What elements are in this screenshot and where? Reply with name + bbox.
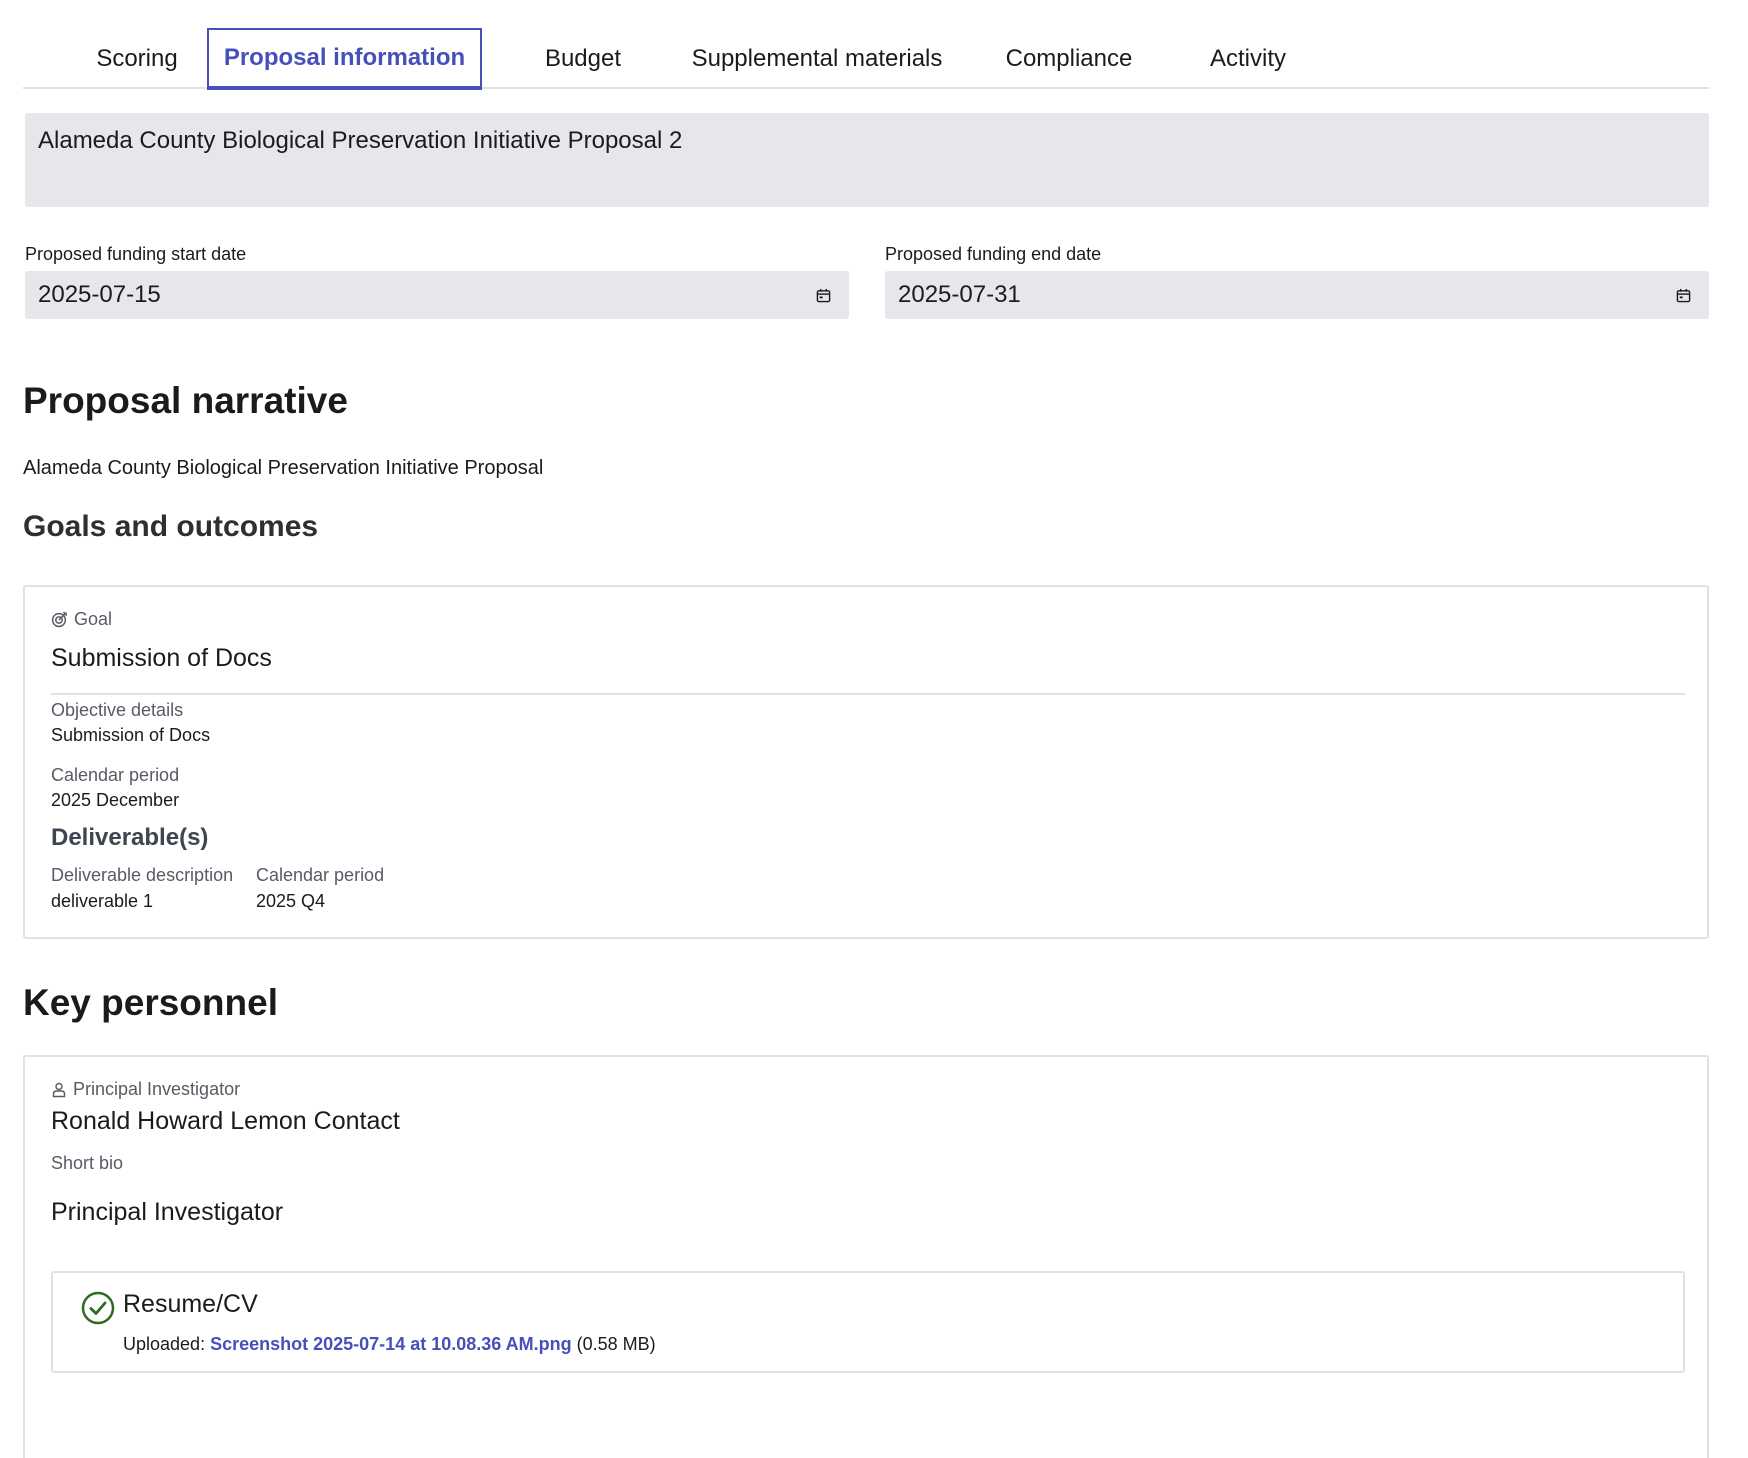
uploaded-file-link[interactable]: Screenshot 2025-07-14 at 10.08.36 AM.png [210, 1334, 572, 1354]
calendar-icon[interactable] [1676, 288, 1691, 303]
calendar-icon[interactable] [816, 288, 831, 303]
objective-details-value: Submission of Docs [51, 725, 211, 745]
personnel-role-label: Principal Investigator [73, 1079, 241, 1099]
personnel-name: Ronald Howard Lemon Contact [51, 1107, 400, 1135]
end-date-label: Proposed funding end date [885, 244, 1102, 264]
file-size: (0.58 MB) [576, 1334, 656, 1354]
short-bio-value: Principal Investigator [51, 1198, 284, 1226]
divider [51, 693, 1685, 695]
calendar-period-label: Calendar period [51, 765, 180, 785]
end-date-value: 2025-07-31 [898, 281, 1021, 308]
personnel-role: Principal Investigator [51, 1079, 240, 1100]
goal-title: Submission of Docs [51, 644, 272, 672]
check-circle-icon [81, 1291, 115, 1325]
tab-budget[interactable]: Budget [523, 28, 643, 89]
deliverable-description-value: deliverable 1 [51, 891, 154, 911]
target-icon [51, 611, 68, 628]
tab-supplemental-materials[interactable]: Supplemental materials [687, 28, 947, 89]
start-date-field[interactable]: 2025-07-15 [25, 271, 849, 319]
deliverables-heading: Deliverable(s) [51, 824, 209, 851]
tab-compliance[interactable]: Compliance [983, 28, 1155, 89]
short-bio-label: Short bio [51, 1153, 124, 1173]
tab-scoring[interactable]: Scoring [61, 28, 213, 89]
goal-card: Goal Submission of Docs Objective detail… [23, 585, 1709, 939]
resume-file-card: Resume/CV Uploaded: Screenshot 2025-07-1… [51, 1271, 1685, 1373]
upload-info: Uploaded: Screenshot 2025-07-14 at 10.08… [123, 1334, 656, 1355]
personnel-card: Principal Investigator Ronald Howard Lem… [23, 1055, 1709, 1458]
goals-heading: Goals and outcomes [23, 510, 319, 543]
objective-details-label: Objective details [51, 700, 184, 720]
proposal-title-field[interactable]: Alameda County Biological Preservation I… [25, 113, 1709, 207]
deliverable-description-label: Deliverable description [51, 865, 234, 885]
tab-proposal-information[interactable]: Proposal information [207, 28, 482, 90]
deliverable-calendar-period-value: 2025 Q4 [256, 891, 326, 911]
tab-bar: Scoring Proposal information Budget Supp… [23, 28, 1709, 90]
resume-title: Resume/CV [123, 1290, 258, 1318]
end-date-field[interactable]: 2025-07-31 [885, 271, 1709, 319]
proposal-narrative-heading: Proposal narrative [23, 380, 348, 421]
calendar-period-value: 2025 December [51, 790, 180, 810]
key-personnel-heading: Key personnel [23, 982, 278, 1023]
start-date-label: Proposed funding start date [25, 244, 247, 264]
goal-kind: Goal [51, 609, 112, 630]
goal-kind-label: Goal [74, 609, 113, 629]
proposal-narrative-text: Alameda County Biological Preservation I… [23, 457, 544, 479]
uploaded-prefix: Uploaded: [123, 1334, 206, 1354]
tab-activity[interactable]: Activity [1183, 28, 1313, 89]
deliverable-calendar-period-label: Calendar period [256, 865, 385, 885]
start-date-value: 2025-07-15 [38, 281, 161, 308]
person-icon [52, 1082, 66, 1098]
